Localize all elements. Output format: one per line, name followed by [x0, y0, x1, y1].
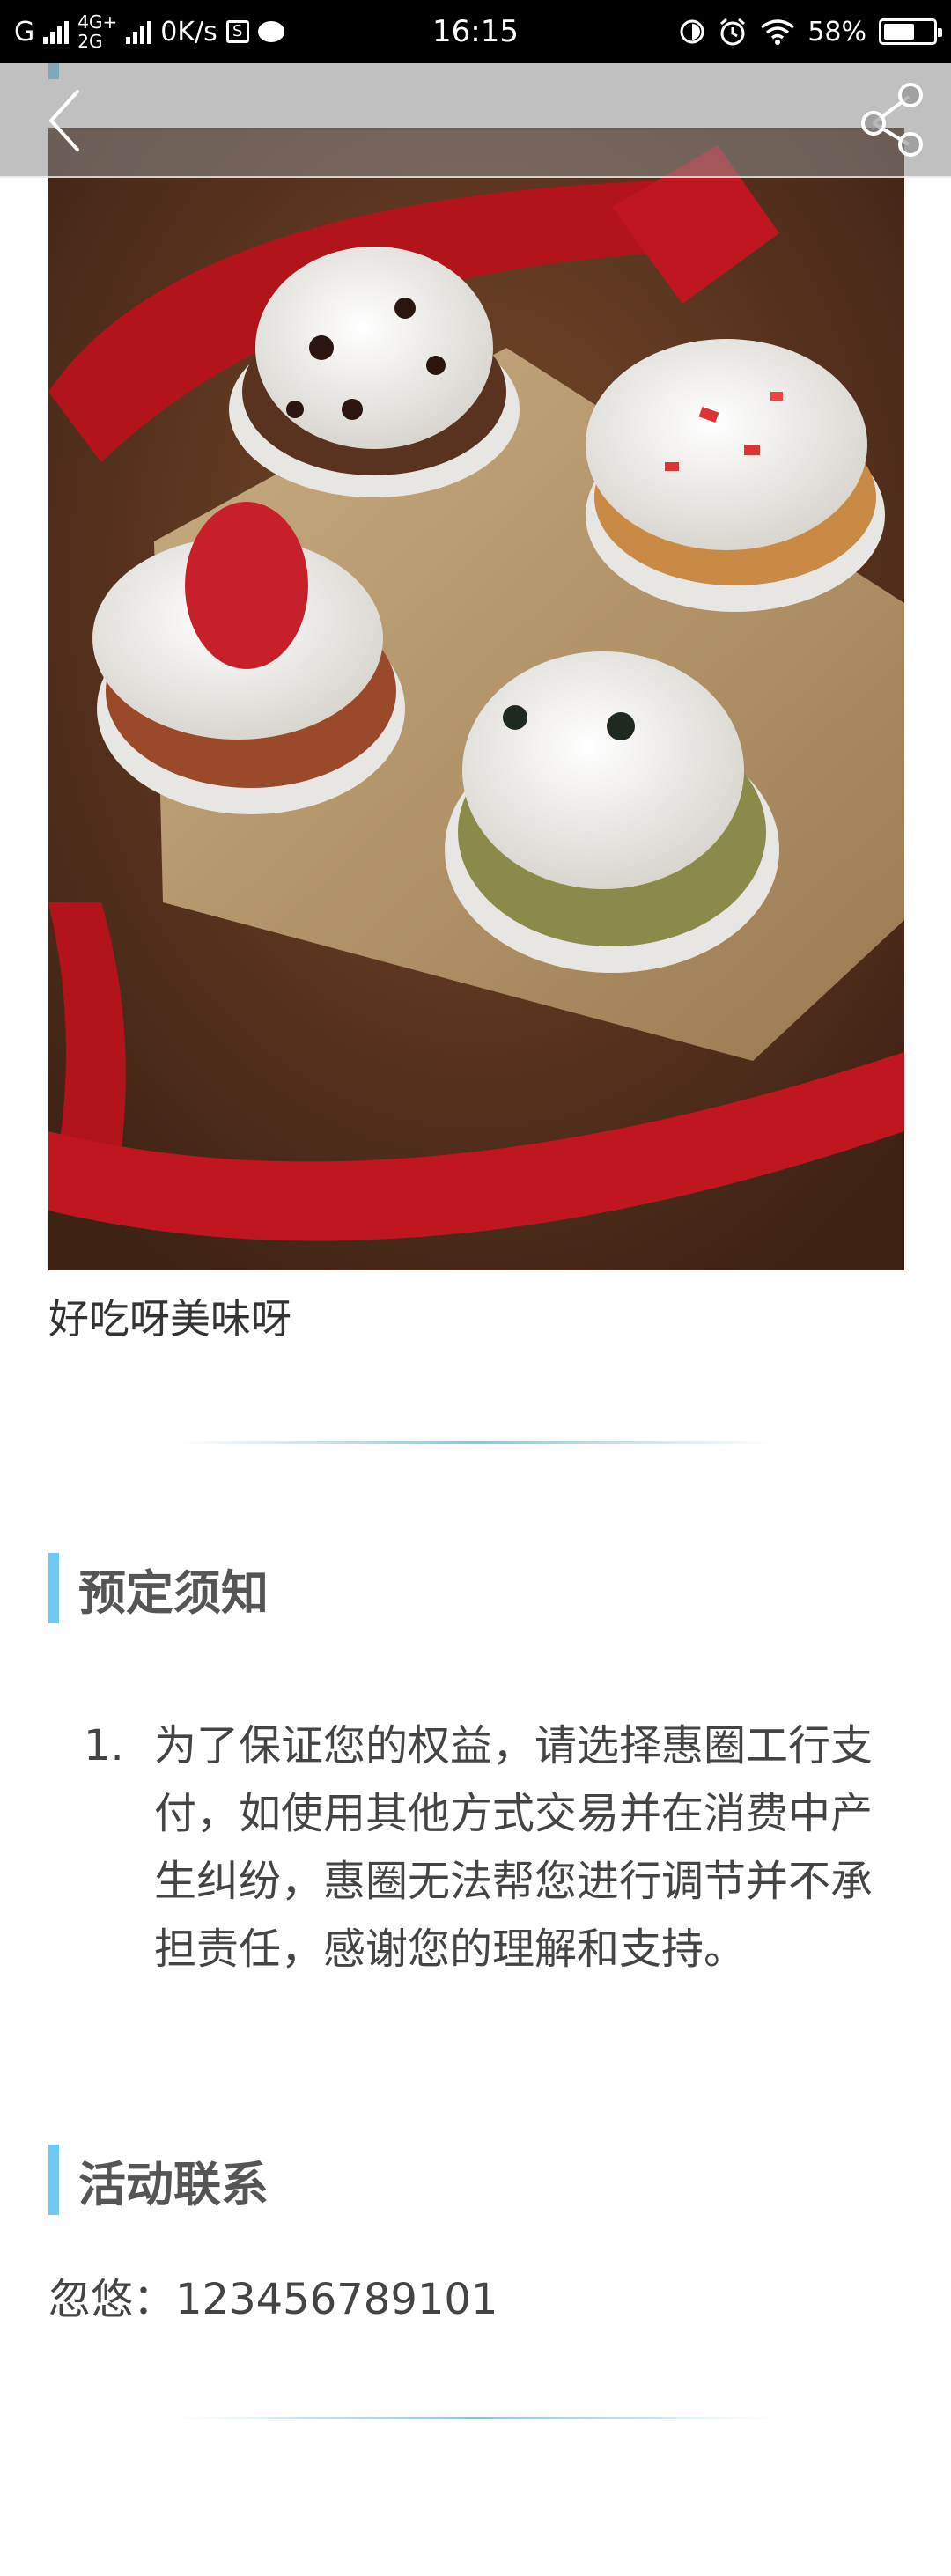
share-icon: [861, 83, 923, 157]
contact-info: 忽悠：123456789101: [48, 2275, 498, 2324]
notice-section-header: 预定须知: [48, 1553, 269, 1623]
do-not-disturb-icon: [680, 19, 704, 44]
notice-section-title: 预定须知: [78, 1564, 269, 1621]
chevron-left-icon: [49, 90, 79, 151]
contact-section-title: 活动联系: [78, 2156, 269, 2212]
section-divider: [176, 1441, 775, 1444]
notice-item-text: 为了保证您的权益，请选择惠圈工行支付，如使用其他方式交易并在消费中产生纠纷，惠圈…: [154, 1721, 874, 1974]
status-right: 58%: [679, 0, 942, 63]
share-button[interactable]: [847, 72, 935, 160]
battery-icon: [879, 18, 942, 45]
photo-caption: 好吃呀美味呀: [48, 1295, 291, 1343]
notice-item-number: 1.: [84, 1721, 124, 1770]
nav-bar: [0, 63, 951, 178]
contact-section-header: 活动联系: [48, 2145, 269, 2215]
section-accent-bar: [48, 1553, 59, 1623]
back-button[interactable]: [35, 83, 106, 158]
cupcake-photo[interactable]: [48, 128, 904, 1270]
alarm-icon: [720, 18, 746, 46]
section-accent-bar: [48, 2145, 59, 2215]
wifi-icon: [761, 19, 795, 45]
section-divider-bottom: [176, 2417, 775, 2419]
notice-list-item: 1. 为了保证您的权益，请选择惠圈工行支付，如使用其他方式交易并在消费中产生纠纷…: [84, 1712, 903, 1984]
cupcake-image: [48, 128, 904, 1270]
status-bar: G 4G+ 2G 0K/s S 16:15 58%: [0, 0, 951, 63]
battery-percent: 58%: [807, 16, 866, 48]
